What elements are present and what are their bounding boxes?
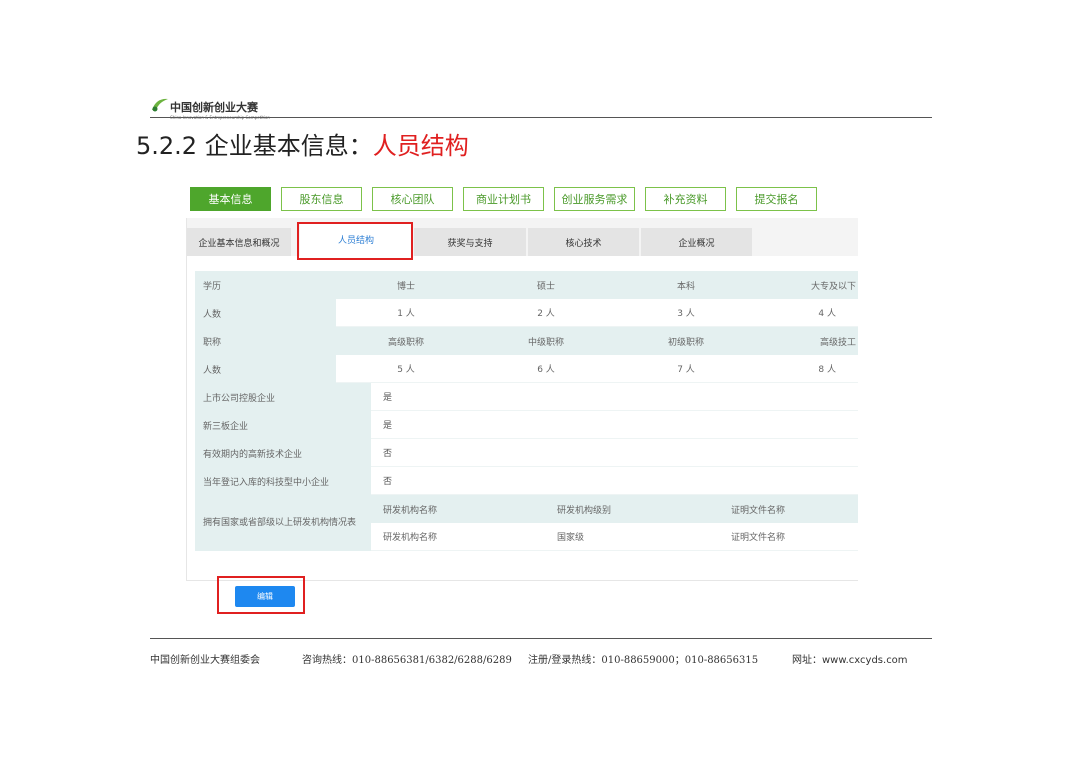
section-title-highlight: 人员结构	[372, 132, 469, 160]
table-cell: 6 人	[476, 355, 616, 383]
footer-website: 网址：www.cxcyds.com	[792, 655, 908, 666]
flag-value: 否	[371, 439, 858, 467]
subtab-core-tech[interactable]: 核心技术	[528, 228, 639, 256]
highlight-box-subtab	[297, 222, 413, 260]
table-row: 拥有国家或省部级以上研发机构情况表 研发机构名称 研发机构级别 证明文件名称 研…	[195, 495, 858, 551]
table-cell: 7 人	[616, 355, 756, 383]
titles-label: 职称	[195, 327, 336, 355]
table-row: 有效期内的高新技术企业 否	[195, 439, 858, 467]
tab-business-plan[interactable]: 商业计划书	[463, 187, 544, 211]
table-row: 新三板企业 是	[195, 411, 858, 439]
footer-register-hotline: 注册/登录热线：010-88659000；010-88656315	[528, 655, 759, 666]
education-label: 学历	[195, 271, 336, 299]
count-label: 人数	[195, 299, 336, 327]
tab-supplementary[interactable]: 补充资料	[645, 187, 726, 211]
subtab-basic-overview[interactable]: 企业基本信息和概况	[187, 228, 291, 256]
section-title-prefix: 企业基本信息：	[204, 132, 373, 160]
table-cell: 8 人	[756, 355, 858, 383]
table-row: 上市公司控股企业 是	[195, 383, 858, 411]
table-cell: 2 人	[476, 299, 616, 327]
table-cell: 高级技工	[756, 327, 858, 355]
tab-core-team[interactable]: 核心团队	[372, 187, 453, 211]
table-row: 职称 高级职称 中级职称 初级职称 高级技工	[195, 327, 858, 355]
subtab-awards-support[interactable]: 获奖与支持	[414, 228, 526, 256]
table-cell: 3 人	[616, 299, 756, 327]
edit-button[interactable]: 编辑	[235, 586, 295, 607]
table-cell: 证明文件名称	[719, 495, 858, 523]
flag-value: 否	[371, 467, 858, 495]
section-number: 5.2.2	[136, 132, 198, 160]
flag-label: 新三板企业	[195, 411, 371, 439]
table-row: 学历 博士 硕士 本科 大专及以下	[195, 271, 858, 299]
table-cell: 1 人	[336, 299, 476, 327]
flag-value: 是	[371, 383, 858, 411]
footer-org: 中国创新创业大赛组委会	[150, 655, 260, 666]
table-cell: 研发机构名称	[371, 523, 545, 551]
footer-hotline: 咨询热线：010-88656381/6382/6288/6289	[302, 655, 512, 666]
logo-swoosh-icon	[152, 98, 168, 112]
section-title: 5.2.2 企业基本信息：人员结构	[136, 126, 469, 161]
table-cell: 本科	[616, 271, 756, 299]
content-panel: 企业基本信息和概况 人员结构 获奖与支持 核心技术 企业概况 学历 博士 硕士 …	[186, 218, 858, 581]
page-header: 中国创新创业大赛 China Innovation & Entrepreneur…	[150, 95, 932, 120]
table-cell: 研发机构名称	[371, 495, 545, 523]
table-cell: 高级职称	[336, 327, 476, 355]
rnd-label: 拥有国家或省部级以上研发机构情况表	[195, 495, 371, 551]
main-tab-bar: 基本信息 股东信息 核心团队 商业计划书 创业服务需求 补充资料 提交报名	[190, 187, 817, 211]
table-cell: 大专及以下	[756, 271, 858, 299]
table-cell: 硕士	[476, 271, 616, 299]
table-cell: 博士	[336, 271, 476, 299]
table-cell: 4 人	[756, 299, 858, 327]
page-footer: 中国创新创业大赛组委会 咨询热线：010-88656381/6382/6288/…	[150, 638, 932, 669]
tab-service-needs[interactable]: 创业服务需求	[554, 187, 635, 211]
count-label: 人数	[195, 355, 336, 383]
flag-label: 上市公司控股企业	[195, 383, 371, 411]
tab-basic-info[interactable]: 基本信息	[190, 187, 271, 211]
table-row: 人数 1 人 2 人 3 人 4 人	[195, 299, 858, 327]
tab-shareholder-info[interactable]: 股东信息	[281, 187, 362, 211]
table-cell: 5 人	[336, 355, 476, 383]
table-cell: 初级职称	[616, 327, 756, 355]
table-cell: 研发机构级别	[545, 495, 719, 523]
flag-label: 有效期内的高新技术企业	[195, 439, 371, 467]
table-cell: 证明文件名称	[719, 523, 858, 551]
competition-logo: 中国创新创业大赛 China Innovation & Entrepreneur…	[150, 96, 270, 120]
table-row: 当年登记入库的科技型中小企业 否	[195, 467, 858, 495]
logo-text: 中国创新创业大赛	[170, 101, 258, 114]
tab-submit[interactable]: 提交报名	[736, 187, 817, 211]
flag-label: 当年登记入库的科技型中小企业	[195, 467, 371, 495]
flag-value: 是	[371, 411, 858, 439]
table-row: 人数 5 人 6 人 7 人 8 人	[195, 355, 858, 383]
table-cell: 中级职称	[476, 327, 616, 355]
sub-tab-bar: 企业基本信息和概况 人员结构 获奖与支持 核心技术 企业概况	[187, 218, 858, 256]
table-cell: 国家级	[545, 523, 719, 551]
logo-subtext: China Innovation & Entrepreneurship Comp…	[170, 115, 270, 120]
subtab-company-overview[interactable]: 企业概况	[641, 228, 752, 256]
